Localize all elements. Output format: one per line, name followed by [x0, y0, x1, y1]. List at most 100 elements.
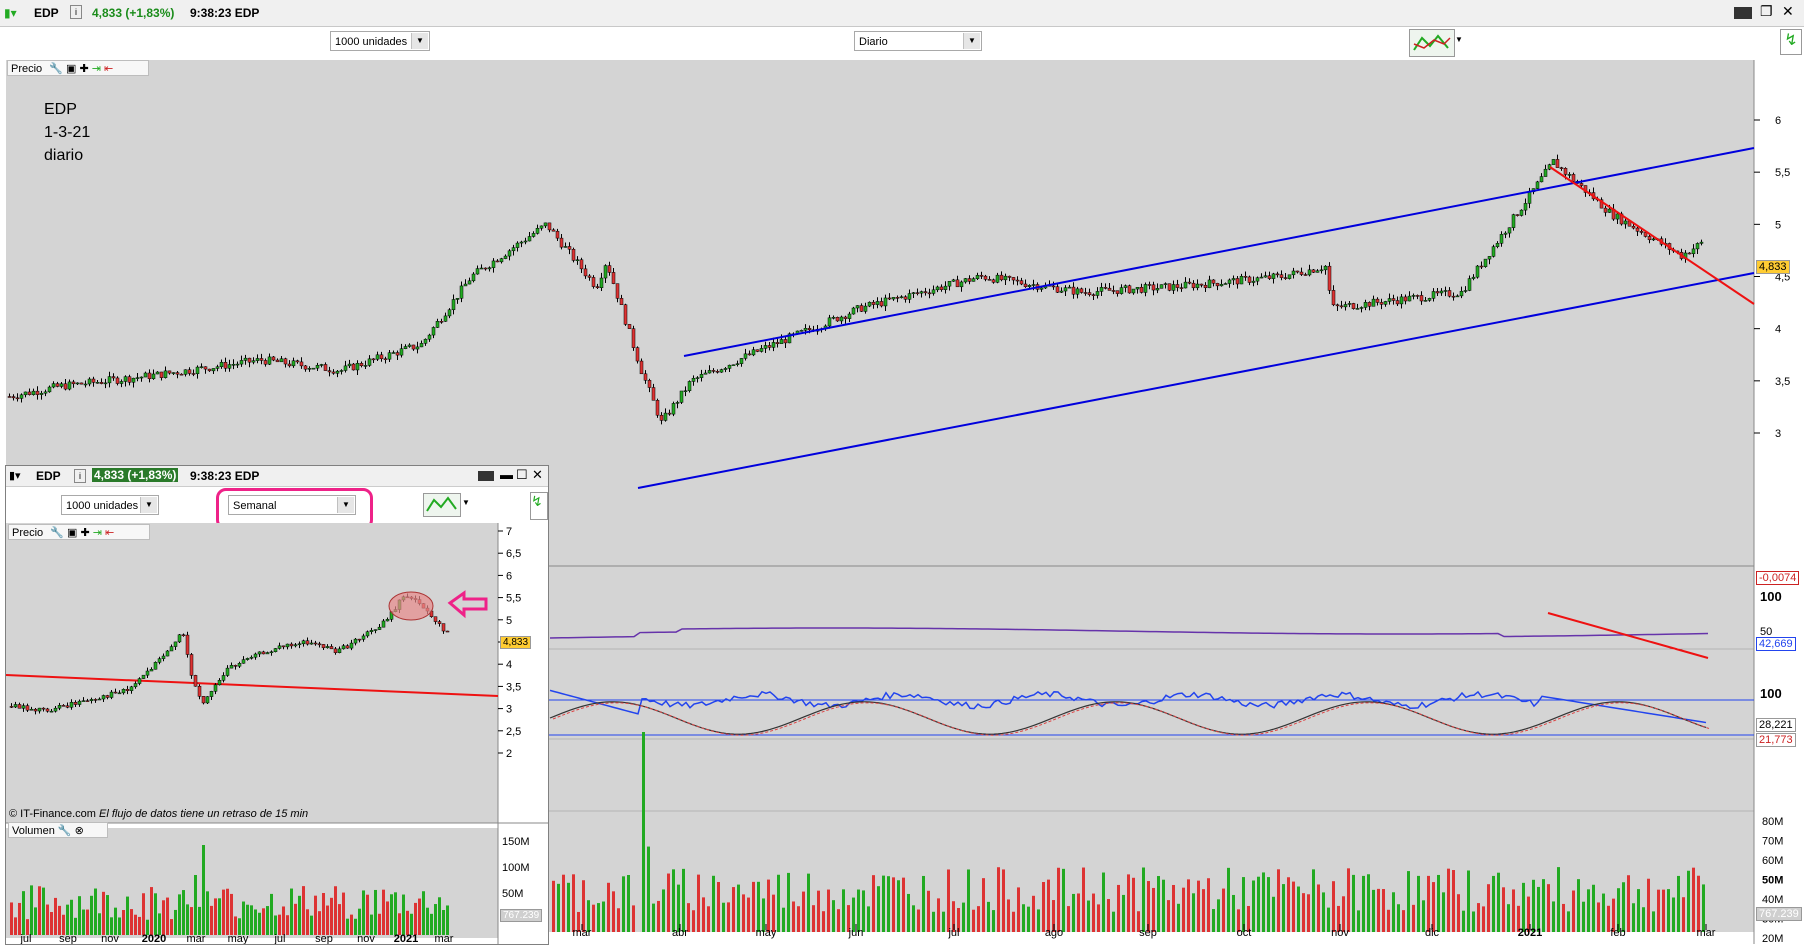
copyright-text: © IT-Finance.com — [9, 808, 96, 820]
svg-text:5,5: 5,5 — [1775, 167, 1790, 179]
minimize-icon[interactable]: ▬ — [500, 467, 513, 482]
maximize-panel-icon[interactable]: ▣ — [67, 527, 77, 539]
svg-text:80M: 80M — [1762, 816, 1783, 828]
indicators-dropdown-icon[interactable]: ▼ — [1455, 35, 1463, 44]
price-change: 4,833 (+1,83%) — [92, 6, 175, 20]
svg-text:may: may — [228, 933, 249, 944]
rsi-panel-bg — [548, 650, 1754, 738]
interval-select[interactable]: Diario ▼ — [854, 31, 982, 51]
sub-panel-label: Precio — [12, 527, 44, 539]
price-axis: 65,554,543,5380M70M60M50M40M30M20M10M — [1754, 115, 1790, 944]
svg-text:150M: 150M — [502, 836, 530, 848]
close-panel-icon[interactable]: ⊗ — [75, 825, 84, 837]
svg-text:nov: nov — [101, 933, 119, 944]
wrench-icon[interactable]: 🔧 — [49, 63, 63, 75]
units-select[interactable]: 1000 unidades ▼ — [330, 31, 430, 51]
annotation-line: 1-3-21 — [44, 124, 91, 141]
title-bar: ▮▾ EDP i 4,833 (+1,83%) 9:38:23 EDP ❐ ✕ — [0, 0, 1804, 27]
svg-text:2021: 2021 — [394, 933, 418, 944]
sub-time-symbol: 9:38:23 EDP — [190, 469, 260, 483]
sub-current-price-tag: 4,833 — [500, 636, 532, 649]
svg-text:6,5: 6,5 — [506, 548, 521, 560]
interval-value: Diario — [859, 36, 888, 48]
svg-text:sep: sep — [59, 933, 77, 944]
refresh-icon[interactable]: ↯ — [1780, 29, 1802, 55]
time-symbol: 9:38:23 EDP — [190, 6, 260, 20]
add-panel-icon[interactable]: ✚ — [80, 527, 89, 539]
info-icon[interactable]: i — [70, 5, 82, 19]
delay-note-text: El flujo de datos tiene un retraso de 15… — [99, 808, 309, 820]
remove-panel-icon[interactable]: ⇤ — [104, 63, 113, 75]
chart-annotation: EDP 1-3-21 diario — [44, 98, 90, 167]
wrench-icon[interactable]: 🔧 — [58, 825, 72, 837]
sub-price-bg — [6, 523, 498, 823]
sub-units-value: 1000 unidades — [66, 500, 139, 512]
keyboard-icon[interactable] — [1734, 7, 1752, 19]
price-panel-label: Precio — [11, 63, 43, 75]
svg-text:5,5: 5,5 — [506, 593, 521, 605]
wrench-icon[interactable]: 🔧 — [50, 527, 64, 539]
sub-price-change: 4,833 (+1,83%) — [92, 468, 179, 482]
add-panel-icon[interactable]: ✚ — [79, 63, 88, 75]
svg-text:jul: jul — [273, 933, 285, 944]
svg-text:3: 3 — [1775, 428, 1781, 440]
maximize-panel-icon[interactable]: ▣ — [66, 63, 76, 75]
svg-text:6: 6 — [1775, 115, 1781, 127]
volume-value-tag: 767.239 — [1756, 907, 1802, 921]
rsi-top-label: 100 — [1760, 589, 1782, 604]
restore-icon[interactable]: ❐ — [1760, 3, 1773, 20]
svg-text:5: 5 — [1775, 219, 1781, 231]
chevron-down-icon[interactable]: ▼ — [411, 33, 428, 49]
svg-text:nov: nov — [357, 933, 375, 944]
annotation-line: EDP — [44, 101, 77, 118]
volume-panel-bar: Volumen 🔧 ⊗ — [8, 822, 108, 838]
sub-volume-value-tag: 767.239 — [500, 909, 543, 922]
svg-text:7: 7 — [506, 526, 512, 538]
macd-value-tag: -0,0074 — [1756, 571, 1800, 585]
svg-text:70M: 70M — [1762, 836, 1783, 848]
keyboard-icon[interactable] — [478, 471, 494, 481]
export-icon[interactable]: ⇥ — [93, 527, 102, 539]
chart-type-icon[interactable]: ▮▾ — [9, 469, 21, 482]
sub-price-axis: 76,565,554,543,532,52150M100M50M — [498, 526, 530, 900]
indicators-icon[interactable] — [1409, 29, 1455, 57]
svg-text:3,5: 3,5 — [506, 681, 521, 693]
svg-text:2: 2 — [506, 748, 512, 760]
svg-text:6: 6 — [506, 570, 512, 582]
stoch-top-label: 100 — [1760, 686, 1782, 701]
close-icon[interactable]: ✕ — [532, 467, 543, 483]
stoch-d-tag: 21,773 — [1756, 733, 1796, 747]
annotation-line: diario — [44, 147, 84, 164]
svg-text:jul: jul — [19, 933, 31, 944]
weekly-subwindow[interactable]: ▮▾ EDP i 4,833 (+1,83%) 9:38:23 EDP ▬ ☐ … — [5, 465, 549, 945]
chart-type-icon[interactable]: ▮▾ — [4, 6, 17, 20]
weekly-chart[interactable]: 76,565,554,543,532,52150M100M50M julsepn… — [6, 523, 548, 944]
svg-text:60M: 60M — [1762, 855, 1783, 867]
svg-text:100M: 100M — [502, 862, 530, 874]
svg-text:2020: 2020 — [142, 933, 166, 944]
indicators-icon[interactable] — [423, 493, 461, 517]
current-price-tag: 4,833 — [1756, 260, 1790, 274]
indicators-dropdown-icon[interactable]: ▼ — [462, 498, 470, 507]
chevron-down-icon[interactable]: ▼ — [963, 33, 980, 49]
svg-text:3,5: 3,5 — [1775, 376, 1790, 388]
rsi-value-tag: 42,669 — [1756, 637, 1796, 651]
remove-panel-icon[interactable]: ⇤ — [105, 527, 114, 539]
volume-label: Volumen — [12, 825, 55, 837]
svg-text:40M: 40M — [1762, 894, 1783, 906]
svg-text:50M: 50M — [1762, 875, 1783, 887]
data-source-note: © IT-Finance.com El flujo de datos tiene… — [9, 808, 308, 820]
close-icon[interactable]: ✕ — [1782, 3, 1794, 20]
sub-symbol-label[interactable]: EDP — [36, 469, 61, 483]
stoch-k-tag: 28,221 — [1756, 718, 1796, 732]
stoch-panel-bg — [548, 740, 1754, 810]
sub-units-select[interactable]: 1000 unidades ▼ — [61, 495, 159, 515]
chevron-down-icon[interactable]: ▼ — [140, 497, 157, 513]
info-icon[interactable]: i — [74, 469, 86, 483]
symbol-label[interactable]: EDP — [34, 6, 59, 20]
svg-text:5: 5 — [506, 615, 512, 627]
export-icon[interactable]: ⇥ — [92, 63, 101, 75]
refresh-icon[interactable]: ↯ — [530, 492, 548, 520]
svg-text:20M: 20M — [1762, 933, 1783, 944]
maximize-icon[interactable]: ☐ — [516, 467, 528, 483]
